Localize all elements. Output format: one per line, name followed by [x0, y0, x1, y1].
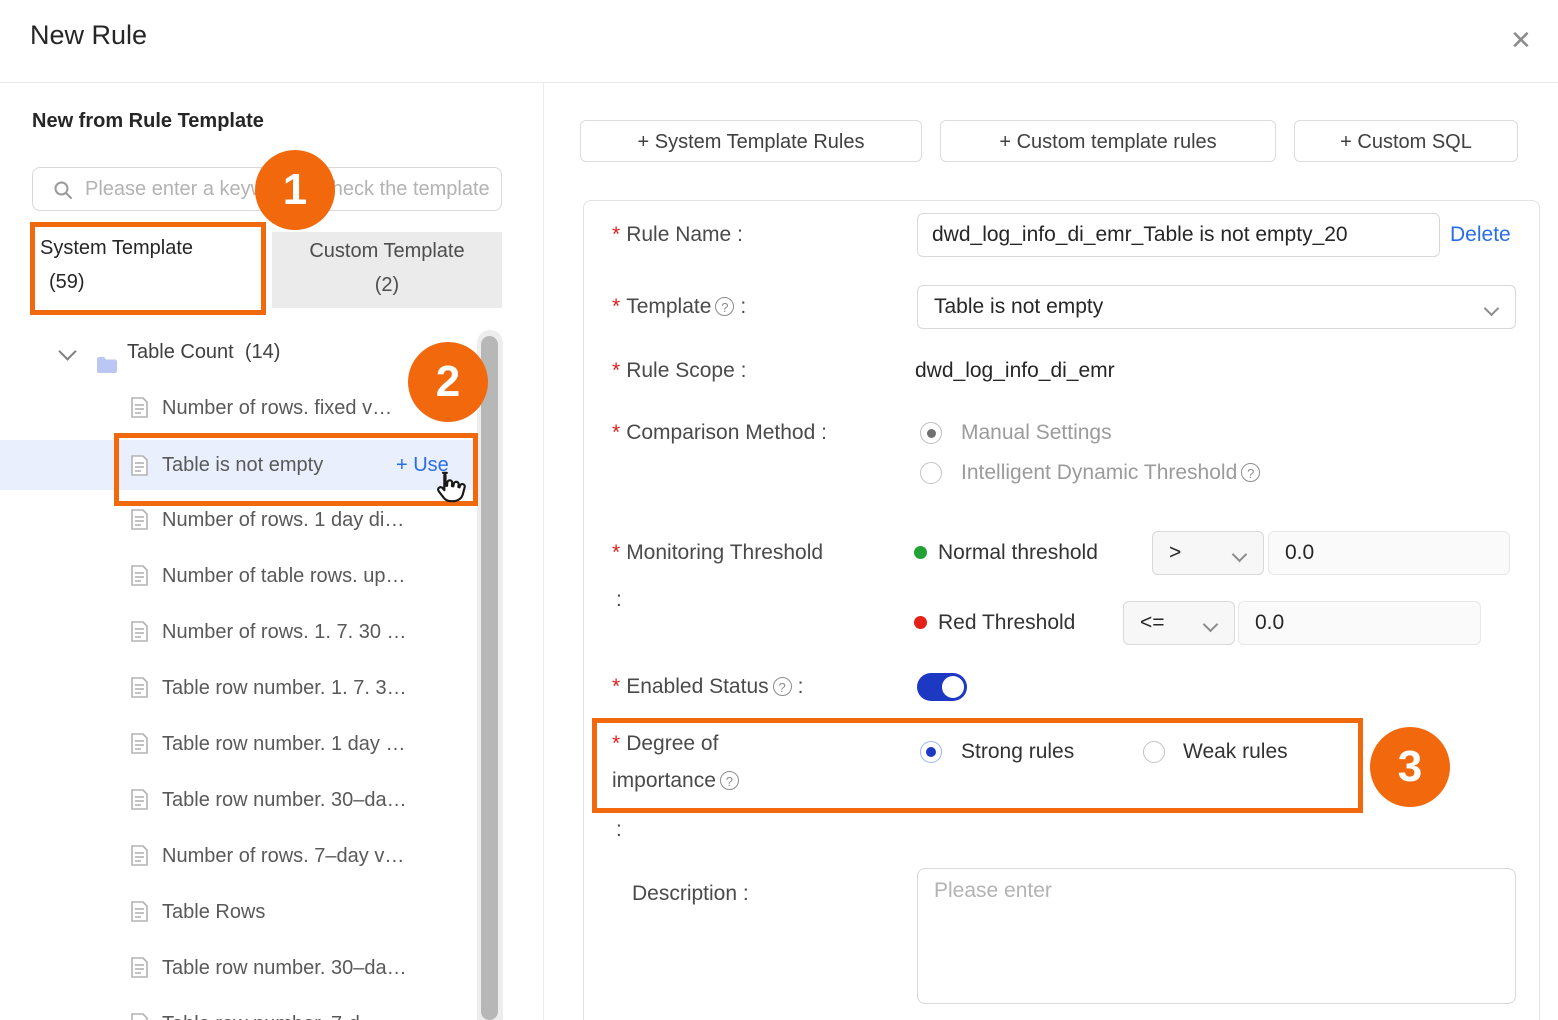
enabled-status-label: * Enabled Status?:: [612, 675, 804, 698]
comparison-method-label: * Comparison Method :: [612, 421, 827, 444]
tree-item-label: Table row number. 1 day …: [162, 733, 406, 755]
red-threshold-value-input[interactable]: 0.0: [1238, 601, 1481, 645]
tree-item[interactable]: Table row number. 30–da…: [0, 942, 478, 994]
help-icon[interactable]: ?: [719, 771, 739, 790]
search-input[interactable]: [33, 168, 501, 210]
tree-item-label: Table row number. 7-d…: [162, 998, 380, 1020]
monitoring-threshold-label: * Monitoring Threshold: [612, 541, 824, 564]
tree-item-label: Number of rows. fixed v…: [162, 397, 393, 419]
intelligent-dynamic-threshold-radio[interactable]: [920, 462, 942, 484]
tree-item-label: Table Rows: [162, 901, 266, 923]
normal-threshold-operator-select[interactable]: >: [1152, 531, 1264, 575]
tree-item-label: Number of rows. 1 day di…: [162, 509, 405, 531]
rule-name-label: * Rule Name :: [612, 223, 743, 246]
required-marker: *: [612, 675, 621, 698]
tab-system-template-count: (59): [49, 271, 85, 293]
monitoring-threshold-colon: :: [616, 588, 622, 611]
red-operator-value: <=: [1140, 611, 1165, 634]
tree-item[interactable]: Table Rows: [0, 886, 478, 938]
degree-label-line1: * Degree of: [612, 732, 719, 755]
chevron-down-icon: [1483, 300, 1500, 317]
tree-item-label: Number of rows. 1. 7. 30 …: [162, 621, 407, 643]
chevron-down-icon: [1202, 616, 1219, 633]
tree-item[interactable]: Number of rows. 7–day v…: [0, 830, 478, 882]
required-marker: *: [612, 421, 621, 444]
rule-scope-value: dwd_log_info_di_emr: [915, 359, 1115, 382]
tree-item[interactable]: Table row number. 1 day …: [0, 718, 478, 770]
normal-threshold-label: Normal threshold: [938, 541, 1098, 564]
weak-rules-option-label[interactable]: Weak rules: [1183, 730, 1288, 774]
degree-colon: :: [616, 818, 622, 841]
header-divider: [0, 82, 1558, 83]
red-threshold-dot: [914, 616, 927, 629]
close-icon[interactable]: ✕: [1510, 22, 1532, 58]
tree-item-label: Table row number. 1. 7. 3…: [162, 677, 407, 699]
rule-template-section-title: New from Rule Template: [32, 110, 264, 132]
red-threshold-operator-select[interactable]: <=: [1123, 601, 1235, 645]
tab-system-template[interactable]: System Template (59): [35, 227, 261, 310]
required-marker: *: [612, 223, 621, 246]
required-marker: *: [612, 359, 621, 382]
template-select[interactable]: Table is not empty: [917, 285, 1516, 329]
tab-system-template-label: System Template: [40, 237, 194, 259]
description-label: Description :: [632, 882, 749, 905]
required-marker: *: [612, 541, 621, 564]
rule-name-input[interactable]: dwd_log_info_di_emr_Table is not empty_2…: [917, 213, 1440, 257]
red-threshold-label: Red Threshold: [938, 611, 1076, 634]
tree-item[interactable]: Number of rows. 1 day di…: [0, 494, 478, 546]
rule-scope-label: * Rule Scope :: [612, 359, 747, 382]
tree-item[interactable]: Table row number. 7-d…: [0, 998, 478, 1020]
tree-scrollbar-thumb[interactable]: [481, 336, 498, 1020]
degree-label-line2: importance?: [612, 763, 739, 799]
help-icon[interactable]: ?: [772, 677, 792, 696]
help-icon[interactable]: ?: [715, 297, 735, 316]
normal-threshold-dot: [914, 546, 927, 559]
tree-item-label: Table row number. 30–da…: [162, 957, 407, 979]
manual-settings-radio[interactable]: [920, 422, 942, 444]
enabled-status-toggle[interactable]: [917, 673, 967, 701]
tab-custom-template[interactable]: Custom Template (2): [272, 232, 502, 308]
custom-template-rules-button[interactable]: + Custom template rules: [940, 120, 1276, 162]
tree-item[interactable]: Number of rows. 1. 7. 30 …: [0, 606, 478, 658]
tree-folder-label: Table Count (14): [127, 341, 281, 363]
tree-item[interactable]: Table row number. 30–da…: [0, 774, 478, 826]
chevron-down-icon: [1231, 546, 1248, 563]
tree-item-table-is-not-empty[interactable]: Table is not empty + Use: [0, 440, 478, 490]
strong-rules-radio[interactable]: [920, 741, 942, 763]
tab-custom-template-count: (2): [374, 274, 400, 296]
tab-custom-template-label: Custom Template: [309, 240, 465, 262]
tree-item[interactable]: Table row number. 1. 7. 3…: [0, 662, 478, 714]
normal-threshold-value-input[interactable]: 0.0: [1268, 531, 1510, 575]
intelligent-dynamic-threshold-option-label[interactable]: Intelligent Dynamic Threshold?: [961, 451, 1261, 495]
new-rule-dialog: New Rule ✕ New from Rule Template System…: [0, 0, 1558, 1020]
tree-item-label: Number of rows. 7–day v…: [162, 845, 405, 867]
tree-item[interactable]: Number of rows. fixed v…: [0, 382, 478, 434]
template-search-box: [32, 167, 502, 211]
template-select-value: Table is not empty: [934, 295, 1104, 318]
tree-item[interactable]: Number of table rows. up…: [0, 550, 478, 602]
tree-item-label: Table row number. 30–da…: [162, 789, 407, 811]
tree-item-label: Table is not empty: [162, 454, 324, 476]
template-label: * Template?:: [612, 295, 747, 318]
panel-divider: [543, 83, 544, 1020]
manual-settings-option-label[interactable]: Manual Settings: [961, 411, 1112, 455]
description-textarea[interactable]: [917, 868, 1516, 1004]
required-marker: *: [612, 295, 621, 318]
system-template-rules-button[interactable]: + System Template Rules: [580, 120, 922, 162]
normal-operator-value: >: [1169, 541, 1182, 564]
tree-item-label: Number of table rows. up…: [162, 565, 406, 587]
weak-rules-radio[interactable]: [1143, 741, 1165, 763]
tree-folder-table-count[interactable]: Table Count (14): [0, 326, 478, 378]
chevron-down-icon[interactable]: [58, 342, 77, 361]
toggle-knob: [942, 676, 964, 698]
strong-rules-option-label[interactable]: Strong rules: [961, 730, 1074, 774]
custom-sql-button[interactable]: + Custom SQL: [1294, 120, 1518, 162]
delete-rule-link[interactable]: Delete: [1450, 213, 1511, 257]
tree-scrollbar-track: [477, 330, 503, 1020]
help-icon[interactable]: ?: [1241, 463, 1261, 482]
required-marker: *: [612, 732, 621, 755]
page-title: New Rule: [30, 20, 148, 50]
use-template-link[interactable]: + Use: [396, 440, 449, 490]
